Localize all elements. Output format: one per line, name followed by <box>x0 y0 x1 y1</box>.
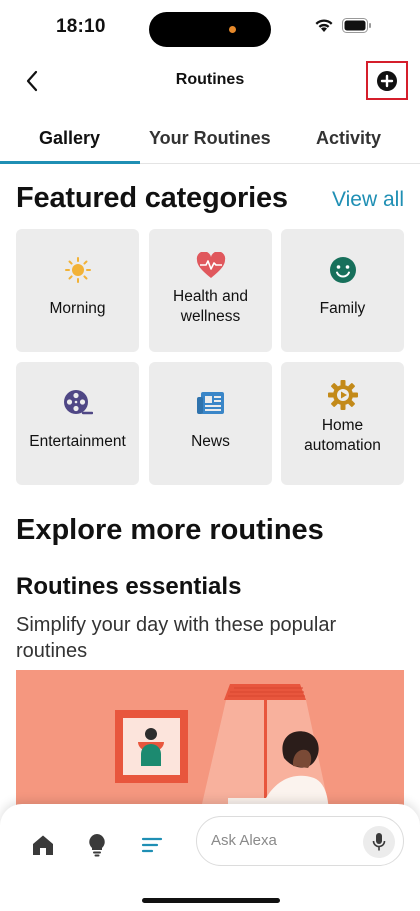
category-tile-news[interactable]: News <box>149 362 272 485</box>
tab-gallery[interactable]: Gallery <box>39 128 100 149</box>
film-reel-icon <box>63 390 93 415</box>
wifi-icon <box>315 19 333 32</box>
featured-categories-heading: Featured categories <box>16 182 288 214</box>
mic-button[interactable] <box>363 826 395 858</box>
add-routine-button[interactable] <box>366 61 408 100</box>
category-label: Family <box>319 300 366 317</box>
privacy-indicator-dot <box>229 26 236 33</box>
status-time: 18:10 <box>56 16 106 37</box>
tab-bar: Gallery Your Routines Activity <box>0 112 420 164</box>
category-tile-home-automation[interactable]: Home automation <box>281 362 404 485</box>
nav-devices[interactable] <box>82 830 112 860</box>
home-icon <box>33 835 53 855</box>
sun-icon <box>64 257 91 283</box>
category-tile-health-wellness[interactable]: Health and wellness <box>149 229 272 352</box>
essentials-subtitle: Simplify your day with these popular rou… <box>16 614 337 662</box>
active-tab-indicator <box>0 161 140 164</box>
category-label: Health and wellness <box>173 288 248 325</box>
ask-alexa-field[interactable]: Ask Alexa <box>196 816 404 866</box>
page-title: Routines <box>175 71 245 88</box>
plus-circle-icon <box>377 70 397 91</box>
bottom-nav-bar: Ask Alexa <box>0 804 420 911</box>
header: Routines <box>0 56 420 106</box>
view-all-link[interactable]: View all <box>332 188 404 212</box>
gear-play-icon <box>327 380 358 410</box>
essentials-heading: Routines essentials <box>16 573 242 600</box>
category-tile-morning[interactable]: Morning <box>16 229 139 352</box>
heart-pulse-icon <box>196 252 225 278</box>
category-label: Home automation <box>304 417 381 454</box>
menu-lines-icon <box>141 837 163 853</box>
category-label: Entertainment <box>29 433 126 450</box>
newspaper-icon <box>196 392 224 414</box>
nav-more[interactable] <box>137 830 167 860</box>
smiley-icon <box>329 257 356 283</box>
category-label: Morning <box>49 300 106 317</box>
battery-icon <box>342 18 371 33</box>
explore-heading: Explore more routines <box>16 514 324 546</box>
tab-activity[interactable]: Activity <box>316 128 381 149</box>
status-bar: 18:10 <box>0 0 420 56</box>
dynamic-island <box>149 12 271 47</box>
category-label: News <box>191 433 230 450</box>
nav-home[interactable] <box>28 830 58 860</box>
status-icons <box>314 18 372 33</box>
microphone-icon <box>372 833 386 851</box>
category-tile-family[interactable]: Family <box>281 229 404 352</box>
lightbulb-icon <box>89 834 105 857</box>
tab-your-routines[interactable]: Your Routines <box>149 128 271 149</box>
home-indicator <box>142 898 280 903</box>
category-tile-entertainment[interactable]: Entertainment <box>16 362 139 485</box>
ask-alexa-placeholder: Ask Alexa <box>211 832 277 849</box>
